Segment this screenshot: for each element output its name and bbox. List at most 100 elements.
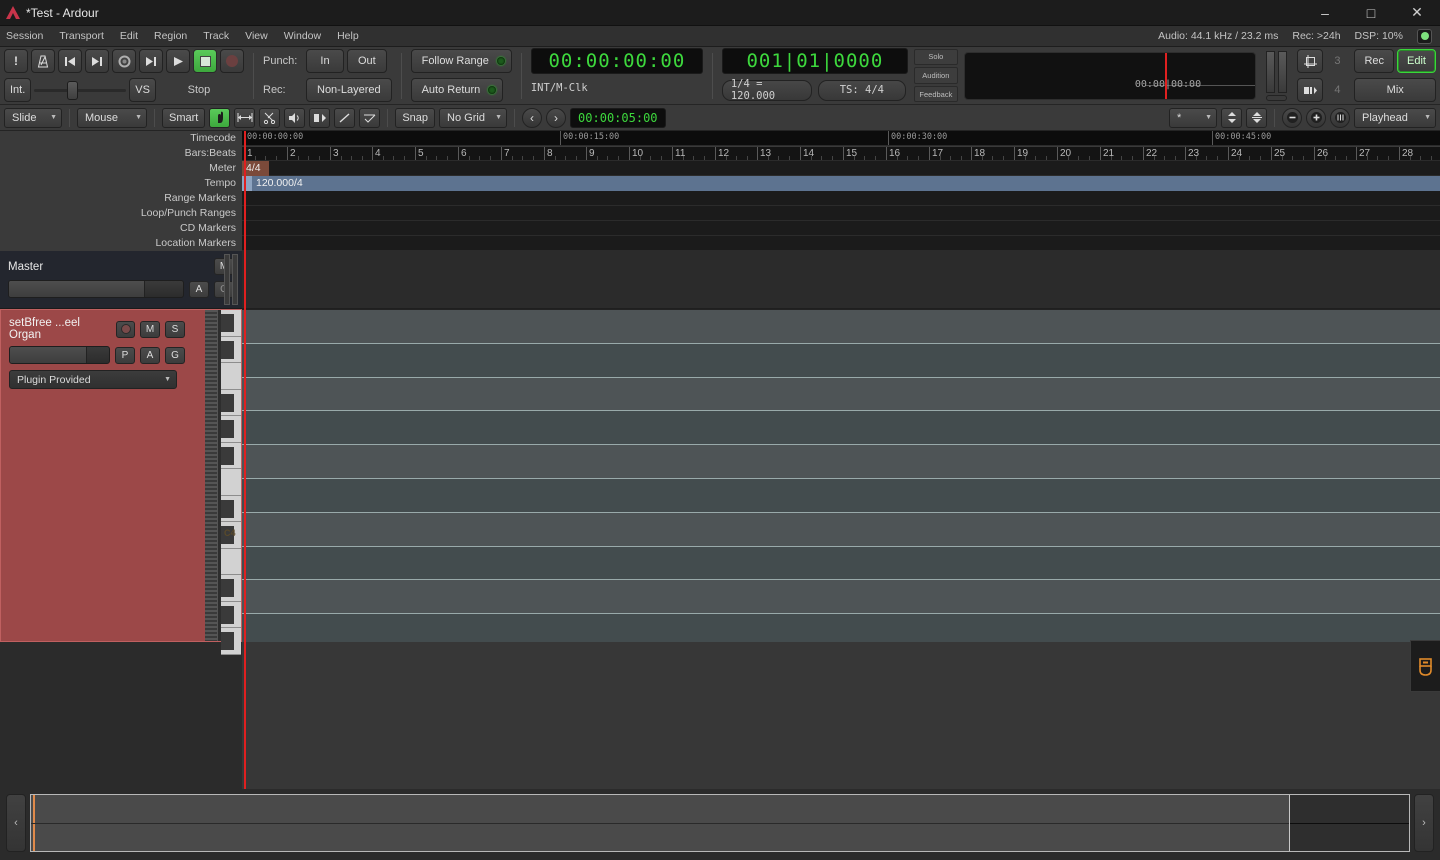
piano-black-key[interactable] bbox=[221, 632, 234, 651]
location-markers-ruler[interactable] bbox=[242, 236, 1440, 251]
smart-mode-button[interactable]: Smart bbox=[162, 107, 206, 128]
ruler-label-loop-punch[interactable]: Loop/Punch Ranges bbox=[0, 206, 242, 221]
track-canvas[interactable] bbox=[242, 251, 1440, 789]
piano-white-key[interactable] bbox=[221, 469, 241, 496]
editor-window-icon[interactable] bbox=[1297, 49, 1324, 73]
zoom-preset-selector[interactable]: * ▼ bbox=[1169, 107, 1217, 128]
cut-tool-icon[interactable] bbox=[259, 107, 281, 128]
mini-timeline[interactable]: 00:00|00:00 00:00:40:00 bbox=[963, 51, 1257, 100]
track-mute-button[interactable]: M bbox=[140, 320, 160, 338]
midi-piano-keyboard[interactable]: C4 bbox=[221, 310, 241, 655]
shuttle-slider[interactable] bbox=[34, 78, 127, 102]
piano-black-key[interactable] bbox=[221, 446, 234, 465]
track-group-button[interactable]: G bbox=[165, 346, 185, 364]
solo-indicator-button[interactable]: Solo bbox=[913, 48, 958, 66]
feedback-indicator-button[interactable]: Feedback bbox=[913, 85, 958, 103]
punch-out-button[interactable]: Out bbox=[347, 49, 387, 73]
menu-item-region[interactable]: Region bbox=[154, 30, 187, 42]
play-range-button[interactable] bbox=[139, 49, 163, 73]
ruler-canvas[interactable]: 00:00:00:00 00:00:15:00 00:00:30:00 00:00:4… bbox=[242, 131, 1440, 251]
timesignature-button[interactable]: TS: 4/4 bbox=[817, 79, 906, 101]
barsbeats-ruler[interactable]: 1 2 3 4 5 6 7 8 9 10 11 12 13 14 15 16 17 18 19 20 21 22 23 24 2… bbox=[242, 146, 1440, 161]
midi-note-lane[interactable] bbox=[242, 310, 1440, 344]
piano-black-key[interactable] bbox=[221, 393, 234, 412]
summary-expand-right-button[interactable]: › bbox=[1414, 794, 1434, 852]
mouse-mode-selector[interactable]: Mouse ▼ bbox=[77, 107, 147, 128]
ruler-label-timecode[interactable]: Timecode bbox=[0, 131, 242, 146]
track-record-arm-button[interactable] bbox=[116, 320, 135, 338]
snap-toggle-button[interactable]: Snap bbox=[395, 107, 436, 128]
track-header-master[interactable]: Master M A G bbox=[0, 251, 242, 309]
edit-point-clock[interactable]: 00:00:05:00 bbox=[570, 107, 666, 128]
menu-item-transport[interactable]: Transport bbox=[59, 30, 104, 42]
midi-note-lane[interactable] bbox=[242, 479, 1440, 513]
ruler-label-range-markers[interactable]: Range Markers bbox=[0, 191, 242, 206]
cd-markers-ruler[interactable] bbox=[242, 221, 1440, 236]
ruler-playhead[interactable] bbox=[244, 131, 246, 251]
zoom-out-button[interactable] bbox=[1282, 107, 1302, 128]
track-header-setbfree[interactable]: setBfree ...eel Organ M S P A G Plugin P… bbox=[0, 309, 242, 655]
piano-black-key[interactable] bbox=[221, 499, 234, 518]
track-automation-button[interactable]: A bbox=[140, 346, 160, 364]
piano-white-key[interactable] bbox=[221, 548, 241, 575]
menu-item-window[interactable]: Window bbox=[284, 30, 321, 42]
summary-view-rect[interactable] bbox=[1289, 795, 1409, 851]
midi-channel-selector[interactable]: Plugin Provided ▼ bbox=[9, 370, 177, 389]
loop-button[interactable] bbox=[112, 49, 136, 73]
piano-black-key[interactable] bbox=[221, 605, 234, 624]
summary-collapse-left-button[interactable]: ‹ bbox=[6, 794, 26, 852]
menu-item-view[interactable]: View bbox=[245, 30, 268, 42]
secondary-clock[interactable]: 001|01|0000 bbox=[721, 48, 908, 74]
metronome-button[interactable] bbox=[31, 49, 55, 73]
zoom-to-session-button[interactable] bbox=[1330, 107, 1350, 128]
midi-note-lane[interactable] bbox=[242, 580, 1440, 615]
tempo-marker[interactable]: 120.000/4 bbox=[242, 176, 1440, 191]
menu-item-session[interactable]: Session bbox=[6, 30, 43, 42]
midi-note-lane[interactable] bbox=[242, 343, 1440, 378]
record-mode-button[interactable]: Non-Layered bbox=[306, 78, 392, 102]
midi-track-lane[interactable] bbox=[242, 309, 1440, 648]
draw-tool-icon[interactable] bbox=[334, 107, 356, 128]
varispeed-button[interactable]: VS bbox=[129, 78, 156, 102]
piano-white-key[interactable] bbox=[221, 363, 241, 390]
midi-note-lane[interactable] bbox=[242, 445, 1440, 479]
track-name-master[interactable]: Master bbox=[8, 261, 209, 273]
midi-note-lane[interactable] bbox=[242, 411, 1440, 446]
midi-note-lane[interactable] bbox=[242, 546, 1440, 581]
nav-next-marker-button[interactable]: › bbox=[546, 107, 567, 128]
auto-return-button[interactable]: Auto Return bbox=[410, 78, 504, 102]
piano-black-key[interactable] bbox=[221, 420, 234, 439]
master-gain-fader[interactable] bbox=[8, 280, 184, 298]
punch-in-button[interactable]: In bbox=[306, 49, 344, 73]
empty-canvas-area[interactable] bbox=[242, 642, 1440, 789]
minimize-button[interactable]: – bbox=[1302, 0, 1348, 26]
range-markers-ruler[interactable] bbox=[242, 191, 1440, 206]
piano-black-key[interactable] bbox=[221, 579, 234, 598]
track-solo-button[interactable]: S bbox=[165, 320, 185, 338]
timecode-ruler[interactable]: 00:00:00:00 00:00:15:00 00:00:30:00 00:00:4… bbox=[242, 131, 1440, 146]
edit-mode-selector[interactable]: Slide ▼ bbox=[4, 107, 62, 128]
tempo-button[interactable]: 1/4 = 120.000 bbox=[721, 78, 812, 102]
go-to-start-button[interactable] bbox=[58, 49, 82, 73]
piano-black-key[interactable] bbox=[221, 340, 234, 359]
recorder-tab-button[interactable]: Rec bbox=[1354, 49, 1395, 73]
stretch-tool-icon[interactable] bbox=[309, 107, 331, 128]
session-summary[interactable] bbox=[30, 794, 1410, 852]
maximize-button[interactable]: □ bbox=[1348, 0, 1394, 26]
canvas-playhead[interactable] bbox=[244, 251, 246, 789]
grid-mode-selector[interactable]: No Grid ▼ bbox=[439, 107, 508, 128]
sync-source-button[interactable]: Int. bbox=[4, 78, 32, 102]
audition-tool-icon[interactable] bbox=[284, 107, 306, 128]
master-track-lane[interactable] bbox=[242, 251, 1440, 309]
track-gain-fader[interactable] bbox=[9, 346, 110, 364]
track-name-setbfree[interactable]: setBfree ...eel Organ bbox=[9, 317, 111, 341]
midi-note-lane[interactable] bbox=[242, 377, 1440, 412]
stop-button[interactable] bbox=[193, 49, 217, 73]
primary-clock[interactable]: 00:00:00:00 bbox=[530, 48, 703, 74]
midi-note-lane[interactable] bbox=[242, 512, 1440, 547]
plugin-sidebar-tab[interactable] bbox=[1410, 640, 1440, 692]
record-arm-button[interactable] bbox=[220, 49, 244, 73]
expand-tracks-icon[interactable] bbox=[1246, 107, 1267, 128]
mixer-window-icon[interactable] bbox=[1297, 78, 1324, 102]
master-automation-button[interactable]: A bbox=[189, 280, 209, 298]
